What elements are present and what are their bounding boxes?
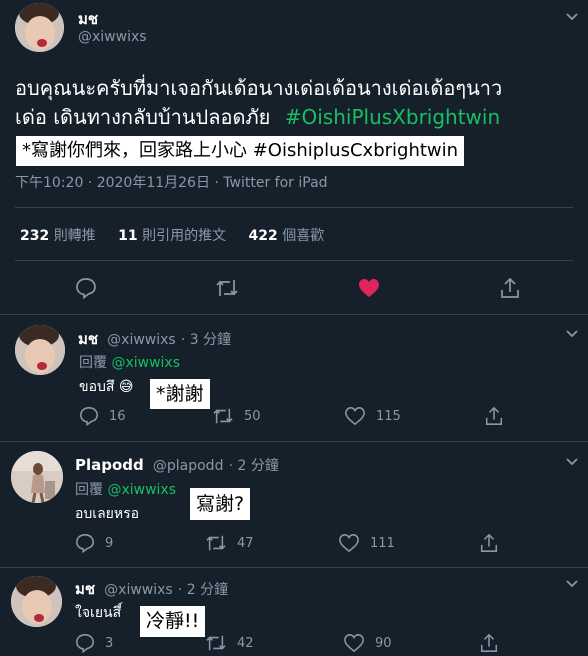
like-icon — [344, 634, 364, 653]
reply-icon — [76, 634, 94, 653]
reply-author-handle[interactable]: @plapodd — [153, 458, 224, 474]
quotes-stat[interactable]: 11 則引用的推文 — [118, 228, 230, 244]
reply-author-handle[interactable]: @xiwwixs — [104, 582, 173, 598]
translation-caption: *寫謝你們來，回家路上小心 #OishiplusCxbrightwin — [16, 136, 465, 166]
reply-emoji: 😅 — [118, 379, 134, 395]
retweet-icon — [206, 535, 226, 551]
share-icon[interactable] — [484, 406, 504, 426]
retweets-stat[interactable]: 232 則轉推 — [20, 228, 100, 244]
tweet-timestamp[interactable]: 下午10:20 · 2020年11月26日 · Twitter for iPad — [15, 172, 328, 192]
reply-text-content: ใจเยนสึ์ — [75, 605, 122, 621]
retweet-icon[interactable] — [215, 277, 239, 299]
reply-author-name[interactable]: Plapodd — [75, 456, 144, 474]
retweets-label: 則轉推 — [53, 228, 96, 244]
share-icon[interactable] — [479, 533, 499, 553]
reply-author-name[interactable]: มช — [75, 580, 95, 598]
tweet-text: อบคุณนะครับที่มาเจอกันเด้อนางเด่อเด้อนาง… — [15, 74, 580, 132]
chevron-down-icon[interactable] — [566, 330, 578, 338]
reply-time[interactable]: · 3 分鐘 — [181, 332, 231, 348]
translation-caption: 寫謝? — [190, 488, 251, 520]
replies-count: 16 — [109, 408, 126, 424]
like-icon[interactable] — [357, 277, 381, 299]
chevron-down-icon[interactable] — [566, 13, 578, 21]
likes-count: 422 — [248, 228, 278, 244]
reply-icon — [76, 534, 94, 553]
hashtag-link[interactable]: #OishiPlusXbrightwin — [285, 105, 500, 129]
reply-header: Plapodd @plapodd · 2 分鐘 — [75, 455, 279, 475]
likes-stat[interactable]: 422 個喜歡 — [249, 228, 325, 244]
retweet-action[interactable]: 47 — [205, 533, 254, 553]
retweets-count: 47 — [237, 535, 254, 551]
reply-time[interactable]: · 2 分鐘 — [229, 458, 279, 474]
chevron-down-icon[interactable] — [566, 580, 578, 588]
replies-count: 3 — [105, 635, 114, 651]
replying-to: 回覆 @xiwwixs — [79, 352, 180, 372]
author-avatar[interactable] — [15, 3, 64, 52]
share-icon[interactable] — [479, 633, 499, 653]
like-action[interactable]: 115 — [344, 406, 401, 426]
replying-to-label: 回覆 — [79, 355, 107, 371]
translation-caption: *謝謝 — [150, 379, 210, 409]
chevron-down-icon[interactable] — [566, 458, 578, 466]
replying-to-label: 回覆 — [75, 482, 103, 498]
quotes-count: 11 — [118, 228, 138, 244]
retweet-icon — [213, 408, 233, 424]
divider — [0, 441, 588, 442]
divider — [15, 260, 573, 261]
reply-text: ขอบสึ 😅 — [79, 376, 133, 398]
retweet-action[interactable]: 50 — [212, 406, 261, 426]
divider — [0, 314, 588, 315]
tweet-text-line-1: อบคุณนะครับที่มาเจอกันเด้อนางเด่อเด้อนาง… — [15, 76, 503, 100]
stats-bar: 232 則轉推 11 則引用的推文 422 個喜歡 — [20, 225, 324, 245]
retweets-count: 42 — [237, 635, 254, 651]
reply-header: มช @xiwwixs · 3 分鐘 — [78, 327, 231, 351]
reply-author-handle[interactable]: @xiwwixs — [107, 332, 176, 348]
likes-count: 115 — [376, 408, 401, 424]
replying-to-handle[interactable]: @xiwwixs — [111, 355, 180, 371]
reply-time[interactable]: · 2 分鐘 — [178, 582, 228, 598]
reply-avatar[interactable] — [15, 325, 65, 375]
quotes-label: 則引用的推文 — [142, 228, 227, 244]
divider — [0, 567, 588, 568]
reply-icon[interactable] — [75, 277, 97, 299]
reply-action[interactable]: 3 — [75, 633, 113, 653]
like-action[interactable]: 111 — [338, 533, 395, 553]
divider — [15, 207, 573, 208]
reply-text-content: อบเลยหรอ — [75, 506, 140, 522]
likes-label: 個喜歡 — [282, 228, 325, 244]
retweets-count: 232 — [20, 228, 50, 244]
share-icon[interactable] — [499, 277, 521, 299]
reply-action[interactable]: 16 — [79, 406, 126, 426]
replies-count: 9 — [105, 535, 114, 551]
tweet-text-line-2: เด่อ เดินทางกลับบ้านปลอดภัย — [15, 105, 271, 129]
author-handle[interactable]: @xiwwixs — [78, 29, 147, 45]
retweet-icon — [206, 635, 226, 651]
reply-author-name[interactable]: มช — [78, 330, 98, 348]
reply-text-content: ขอบสึ — [79, 379, 115, 395]
reply-action[interactable]: 9 — [75, 533, 113, 553]
retweets-count: 50 — [244, 408, 261, 424]
like-icon — [345, 407, 365, 426]
translation-caption: 冷靜!! — [140, 606, 206, 637]
likes-count: 111 — [370, 535, 395, 551]
replying-to-handle[interactable]: @xiwwixs — [107, 482, 176, 498]
like-action[interactable]: 90 — [343, 633, 392, 653]
reply-avatar[interactable] — [11, 576, 62, 627]
retweet-action[interactable]: 42 — [205, 633, 254, 653]
author-name[interactable]: มช — [78, 7, 98, 31]
reply-icon — [80, 407, 98, 426]
likes-count: 90 — [375, 635, 392, 651]
reply-avatar[interactable] — [11, 451, 63, 503]
replying-to: 回覆 @xiwwixs — [75, 479, 176, 499]
reply-header: มช @xiwwixs · 2 分鐘 — [75, 577, 228, 601]
like-icon — [339, 534, 359, 553]
